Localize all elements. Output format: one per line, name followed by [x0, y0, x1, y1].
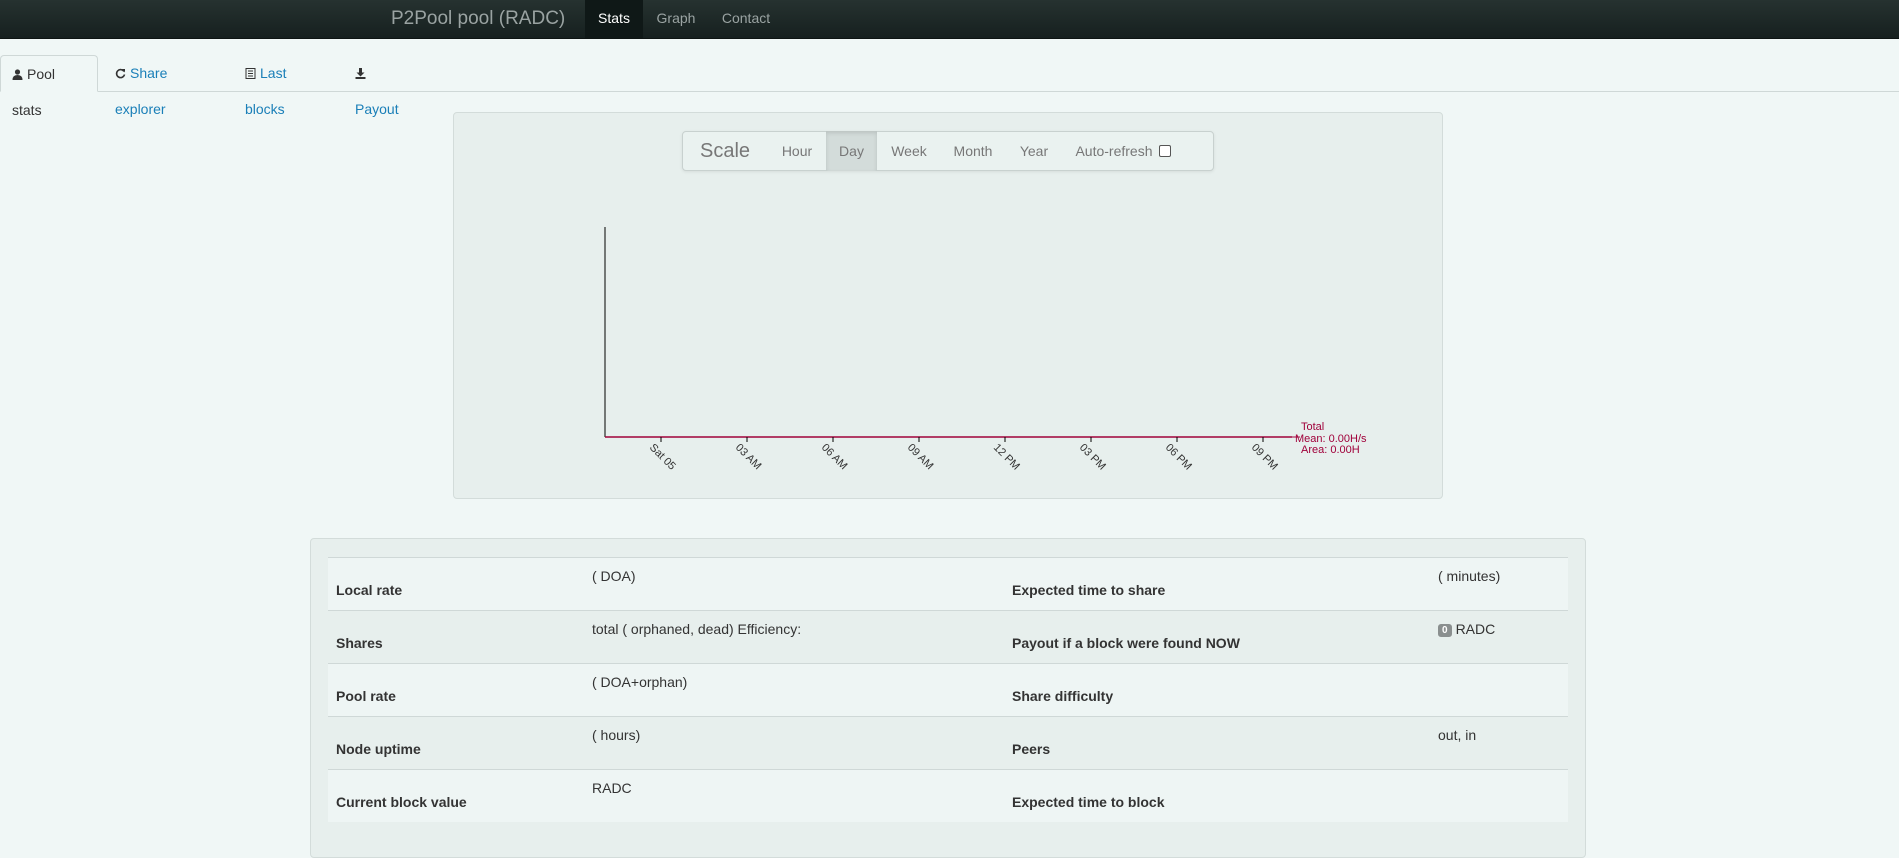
x-tick-label: 03 AM [733, 442, 764, 473]
stat-label: Current block value [336, 794, 467, 810]
legend-text: Area: 0.00H [1301, 444, 1360, 456]
stat-value: RADC [592, 780, 632, 796]
stat-label: Peers [1012, 741, 1051, 757]
stats-row: Local rate ( DOA) Expected time to share… [328, 557, 1568, 610]
stat-value: out, in [1438, 727, 1477, 743]
stat-label: Share difficulty [1012, 688, 1114, 704]
x-tick-label: Sat 05 [647, 442, 678, 473]
stats-row: Shares total ( orphaned, dead) Efficienc… [328, 610, 1568, 663]
stat-label: Node uptime [336, 741, 421, 757]
stat-value: ( DOA+orphan) [592, 674, 688, 690]
stat-label: Payout if a block were found NOW [1012, 635, 1240, 651]
stat-label: Pool rate [336, 688, 396, 704]
x-tick-label: 12 PM [991, 442, 1022, 473]
stats-row: Current block value RADC Expected time t… [328, 769, 1568, 822]
x-tick-label: 06 PM [1163, 442, 1194, 473]
stat-value: total ( orphaned, dead) Efficiency: [592, 621, 802, 637]
stat-value: ( DOA) [592, 568, 636, 584]
payout-unit: RADC [1455, 621, 1496, 637]
payout-value: 0 RADC [1438, 621, 1495, 637]
x-tick-label: 09 PM [1249, 442, 1280, 473]
payout-badge: 0 [1438, 624, 1452, 637]
x-tick-label: 09 AM [905, 442, 936, 473]
stat-label: Shares [336, 635, 383, 651]
x-tick-label: 03 PM [1077, 442, 1108, 473]
stats-row: Pool rate ( DOA+orphan) Share difficulty [328, 663, 1568, 716]
stat-label: Expected time to block [1012, 794, 1165, 810]
stat-label: Local rate [336, 582, 403, 598]
x-tick-label: 06 AM [819, 442, 850, 473]
stat-label: Expected time to share [1012, 582, 1166, 598]
stats-row: Node uptime ( hours) Peers out, in [328, 716, 1568, 769]
legend-text: Total [1301, 421, 1324, 433]
stat-value: ( minutes) [1438, 568, 1501, 584]
stat-value: ( hours) [592, 727, 641, 743]
